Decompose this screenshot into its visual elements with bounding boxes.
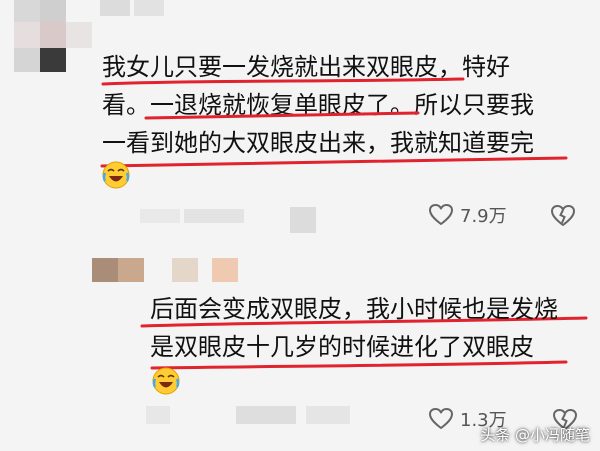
watermark: 头条 @小冯随笔 <box>480 426 590 444</box>
underline-comment-1-line-2 <box>144 111 420 120</box>
heart-outline-icon <box>429 408 453 429</box>
censored-meta-1 <box>140 205 320 235</box>
like-button-1[interactable]: 7.9万 <box>428 202 507 228</box>
comment-2-line-1: 后面会变成双眼皮，我小时候也是发烧 <box>150 295 558 323</box>
comment-2-text: 后面会变成双眼皮，我小时候也是发烧 是双眼皮十几岁的时候进化了双眼皮 <box>150 290 558 366</box>
censored-avatar-2 <box>92 258 242 284</box>
heart-outline-icon <box>429 204 453 225</box>
comment-2-line-2: 是双眼皮十几岁的时候进化了双眼皮 <box>150 333 534 361</box>
broken-heart-icon[interactable] <box>550 204 576 228</box>
crying-laughing-emoji-icon <box>152 367 180 395</box>
crying-laughing-emoji-icon <box>102 161 130 189</box>
underline-comment-1-line-1 <box>101 77 465 86</box>
underline-comment-1-line-3 <box>100 156 568 168</box>
like-count-1: 7.9万 <box>460 206 507 227</box>
censored-meta-2 <box>146 404 356 428</box>
